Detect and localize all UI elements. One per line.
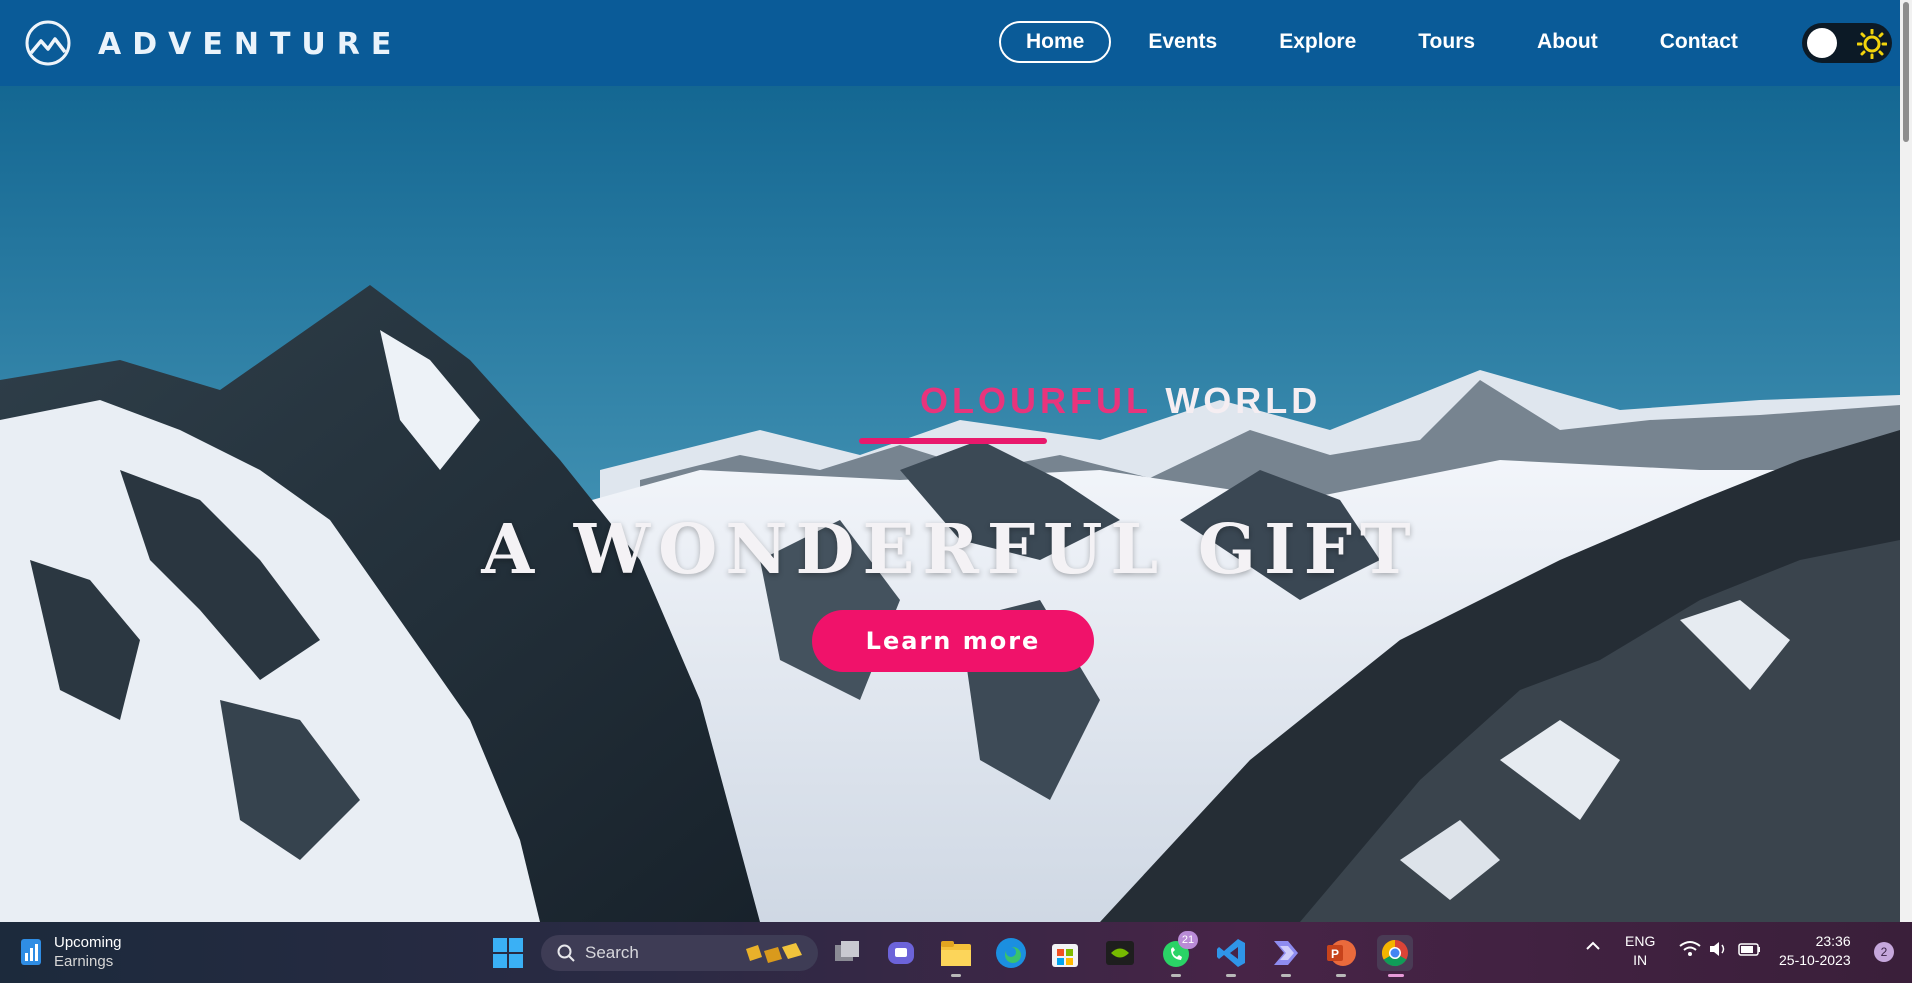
power-automate-icon[interactable] [1268,935,1304,971]
running-indicator [951,974,961,977]
page-scrollbar[interactable] [1900,0,1912,922]
chrome-icon[interactable] [1377,935,1413,971]
mountain-logo-icon[interactable] [24,19,72,67]
nvidia-icon[interactable] [1102,935,1138,971]
nav-about[interactable]: About [1512,21,1623,63]
brand-name[interactable]: ADVENTURE [98,27,402,62]
hero-headline: A WONDERFUL GIFT [481,510,1419,590]
language-code: ENG [1625,933,1656,949]
language-indicator[interactable]: ENG IN [1625,932,1655,970]
wifi-icon[interactable] [1679,940,1701,963]
show-hidden-icons-chevron-icon[interactable] [1585,938,1601,959]
widgets-button[interactable]: Upcoming Earnings [20,933,122,971]
search-highlight-icon [746,943,802,963]
running-indicator [1336,974,1346,977]
edge-browser-icon[interactable] [993,935,1029,971]
navbar: ADVENTURE Home Events Explore Tours Abou… [0,0,1900,86]
widget-subtitle: Earnings [54,953,114,970]
notification-badge[interactable]: 2 [1874,942,1894,962]
tagline-underline [859,438,1047,444]
vscode-icon[interactable] [1213,935,1249,971]
nav-explore[interactable]: Explore [1254,21,1381,63]
widget-title: Upcoming [54,934,122,951]
running-indicator [1171,974,1181,977]
whatsapp-icon[interactable]: 21 [1158,931,1198,971]
learn-more-button[interactable]: Learn more [812,610,1094,672]
clock[interactable]: 23:36 25-10-2023 [1779,932,1851,970]
clock-date: 25-10-2023 [1779,952,1851,968]
search-placeholder: Search [585,943,639,962]
microsoft-store-icon[interactable] [1047,935,1083,971]
mountain-landscape-image [0,0,1900,922]
windows-start-icon[interactable] [493,938,523,973]
volume-icon[interactable] [1708,940,1728,963]
tagline-pink: OLOURFUL [920,380,1166,421]
active-indicator [1388,974,1404,977]
main-nav: Home Events Explore Tours About Contact [999,21,1775,63]
svg-text:P: P [1331,947,1339,961]
sun-icon [1856,28,1888,60]
nav-home[interactable]: Home [999,21,1112,63]
nav-tours[interactable]: Tours [1393,21,1500,63]
powerpoint-icon[interactable]: P [1323,935,1359,971]
running-indicator [1226,974,1236,977]
nav-contact[interactable]: Contact [1635,21,1763,63]
toggle-knob [1807,28,1837,58]
task-view-icon[interactable] [829,935,865,971]
tagline-white: WORLD [1165,380,1322,421]
battery-icon[interactable] [1738,940,1762,963]
region-code: IN [1633,952,1648,968]
running-indicator [1281,974,1291,977]
whatsapp-badge: 21 [1178,931,1198,949]
teams-chat-icon[interactable] [883,935,919,971]
taskbar-search[interactable]: Search [541,935,818,971]
scrollbar-thumb[interactable] [1903,2,1909,142]
nav-events[interactable]: Events [1123,21,1242,63]
os-taskbar: Upcoming Earnings Search 21 P ENG IN 23:… [0,922,1912,983]
theme-toggle[interactable] [1802,23,1892,63]
file-explorer-icon[interactable] [938,935,974,971]
hero-background [0,0,1900,922]
hero-tagline: OLOURFUL WORLD [920,380,1321,422]
search-icon [557,944,575,962]
clock-time: 23:36 [1815,933,1851,949]
stock-chart-icon [21,939,41,965]
